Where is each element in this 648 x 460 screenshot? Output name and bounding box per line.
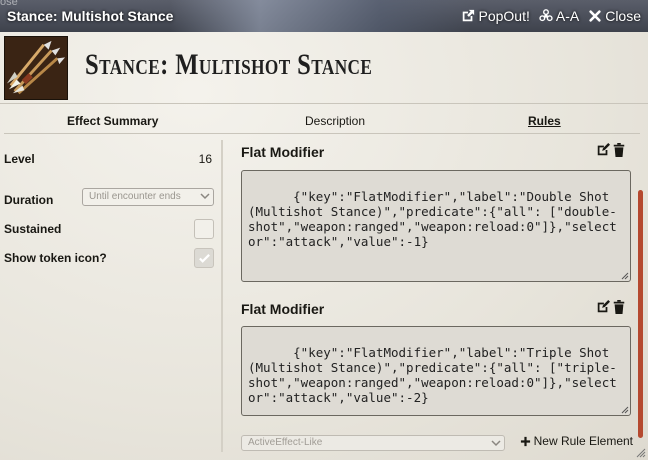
edit-icon[interactable] xyxy=(596,300,610,314)
effect-summary-panel: Level 16 Duration Until encounter ends S… xyxy=(4,140,216,450)
show-token-row: Show token icon? xyxy=(4,248,216,268)
rule-element-type-select[interactable]: ActiveEffect-Like xyxy=(241,435,505,451)
rule-element-json[interactable]: {"key":"FlatModifier","label":"Triple Sh… xyxy=(241,326,631,416)
effect-name[interactable]: Stance: Multishot Stance xyxy=(85,48,372,82)
duration-select[interactable]: Until encounter ends xyxy=(82,188,214,206)
resize-grip-icon[interactable] xyxy=(621,272,629,280)
level-value[interactable]: 16 xyxy=(199,152,212,166)
sustained-label: Sustained xyxy=(4,222,62,236)
external-link-icon xyxy=(463,9,475,22)
show-token-checkbox[interactable] xyxy=(194,248,214,268)
rule-element-json-text: {"key":"FlatModifier","label":"Triple Sh… xyxy=(248,345,617,405)
level-label: Level xyxy=(4,152,35,166)
sheet-header: Stance: Multishot Stance xyxy=(0,32,648,104)
chevron-down-icon xyxy=(200,193,210,200)
checkmark-icon xyxy=(199,253,210,263)
close-button[interactable]: Close xyxy=(588,8,641,24)
plus-icon xyxy=(520,436,530,446)
tab-rules[interactable]: Rules xyxy=(528,114,561,128)
popout-button[interactable]: PopOut! xyxy=(461,8,530,24)
duration-label: Duration xyxy=(4,193,54,207)
sustained-row: Sustained xyxy=(4,219,216,239)
rule-element-title: Flat Modifier xyxy=(241,144,325,160)
duration-row: Duration Until encounter ends xyxy=(4,188,216,207)
window-resize-icon[interactable] xyxy=(636,448,646,458)
close-icon xyxy=(589,10,601,22)
tab-effect-summary[interactable]: Effect Summary xyxy=(67,114,158,128)
rules-panel: Flat Modifier {"key":"FlatModifier","lab… xyxy=(233,140,636,455)
popout-label: PopOut! xyxy=(478,8,530,24)
edit-icon[interactable] xyxy=(596,143,610,157)
text-size-button[interactable]: A-A xyxy=(539,8,579,24)
window-title: Stance: Multishot Stance xyxy=(7,8,174,24)
chevron-down-icon xyxy=(491,440,501,447)
resize-grip-icon[interactable] xyxy=(621,406,629,414)
trash-icon[interactable] xyxy=(612,300,626,314)
sustained-checkbox[interactable] xyxy=(194,219,214,239)
trash-icon[interactable] xyxy=(612,143,626,157)
new-rule-element-label: New Rule Element xyxy=(533,434,633,448)
rule-element-json-text: {"key":"FlatModifier","label":"Double Sh… xyxy=(248,189,617,249)
effect-sheet-window: ose Stance: Multishot Stance PopOut! A-A… xyxy=(0,0,648,460)
window-titlebar[interactable]: ose Stance: Multishot Stance PopOut! A-A… xyxy=(0,0,648,32)
new-rule-element-button[interactable]: New Rule Element xyxy=(520,434,633,448)
tab-description[interactable]: Description xyxy=(305,114,365,128)
window-controls: PopOut! A-A Close xyxy=(461,0,641,32)
arrow-bundle-icon xyxy=(5,37,67,99)
rules-scrollbar[interactable] xyxy=(638,190,643,438)
duration-value: Until encounter ends xyxy=(89,191,181,202)
rule-element-json[interactable]: {"key":"FlatModifier","label":"Double Sh… xyxy=(241,170,631,282)
titlebar-background xyxy=(170,0,470,32)
level-row: Level 16 xyxy=(4,152,216,166)
effect-image[interactable] xyxy=(4,36,68,100)
text-size-label: A-A xyxy=(555,8,580,24)
rule-element-title: Flat Modifier xyxy=(241,301,325,317)
rule-element-controls xyxy=(596,143,626,157)
close-label: Close xyxy=(605,8,641,24)
show-token-label: Show token icon? xyxy=(4,251,107,265)
rule-element-type-value: ActiveEffect-Like xyxy=(248,437,323,448)
rule-element-controls xyxy=(596,300,626,314)
column-divider xyxy=(221,140,223,452)
background-ghost-text: ose xyxy=(0,0,18,8)
biohazard-icon xyxy=(539,9,553,22)
sheet-tabs: Effect Summary Description Rules xyxy=(4,108,640,134)
new-rule-element-row: ActiveEffect-Like New Rule Element xyxy=(241,433,633,453)
